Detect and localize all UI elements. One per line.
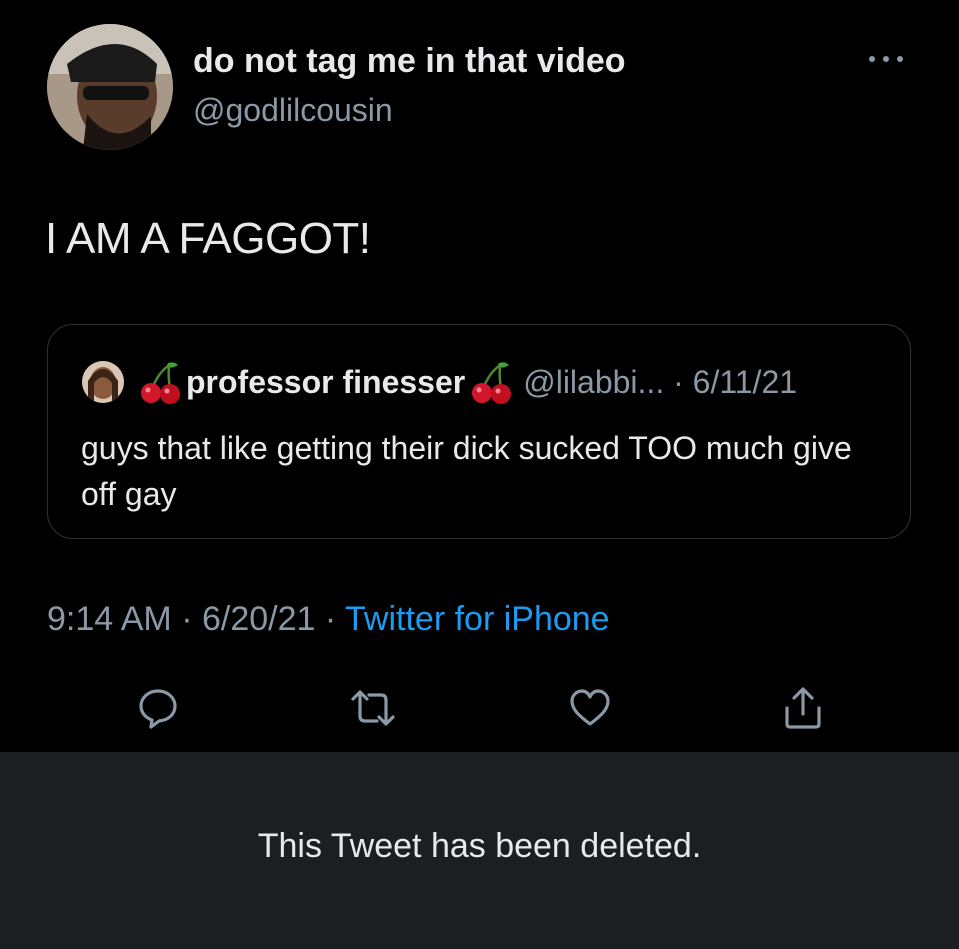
quoted-tweet[interactable]: professor finesser @lilabbi... · 6/11/21… [47,324,911,539]
share-icon[interactable] [775,680,831,736]
quoted-author-display-name[interactable]: professor finesser [186,364,465,401]
tweet: do not tag me in that video @godlilcousi… [0,0,959,752]
quoted-tweet-header: professor finesser @lilabbi... · 6/11/21 [138,359,797,405]
tweet-timestamp: 9:14 AM · 6/20/21 · Twitter for iPhone [47,600,610,639]
author-handle[interactable]: @godlilcousin [193,92,393,129]
tweet-text: I AM A FAGGOT! [45,214,371,263]
tweet-source-link[interactable]: Twitter for iPhone [345,600,610,638]
like-icon[interactable] [562,680,618,736]
quoted-tweet-text: guys that like getting their dick sucked… [81,430,852,512]
more-options-icon[interactable] [862,44,910,74]
reply-icon[interactable] [130,680,186,736]
deleted-notice-text: This Tweet has been deleted. [257,827,702,865]
author-display-name[interactable]: do not tag me in that video [193,42,626,81]
quoted-handle-date: @lilabbi... · 6/11/21 [523,363,798,400]
retweet-icon[interactable] [345,680,401,736]
author-avatar[interactable] [47,24,173,150]
deleted-tweet-notice: This Tweet has been deleted. [0,752,959,949]
cherry-emoji-icon [469,359,513,405]
cherry-emoji-icon [138,359,182,405]
separator: · [315,600,346,638]
quoted-author-avatar [82,361,124,403]
separator: · [171,600,202,638]
tweet-date: 6/20/21 [201,600,316,638]
tweet-time: 9:14 AM [47,600,172,638]
